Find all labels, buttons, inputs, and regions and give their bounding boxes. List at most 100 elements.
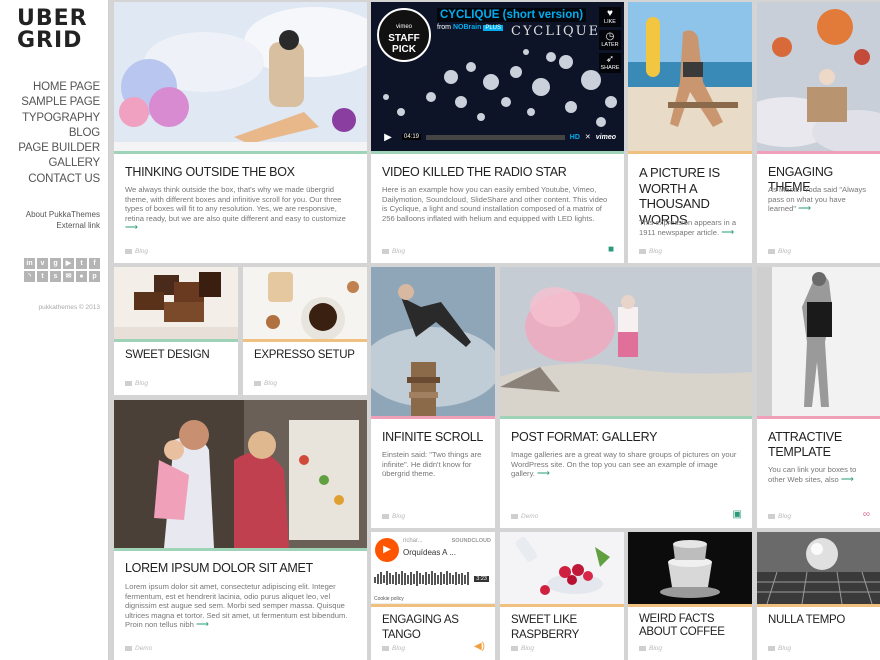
nav-typography[interactable]: TYPOGRAPHY <box>18 111 100 126</box>
skype-icon[interactable]: s <box>50 271 61 282</box>
card-category[interactable]: Blog <box>768 248 791 255</box>
accent-bar <box>114 548 367 551</box>
cookie-policy-link[interactable]: Cookie policy <box>374 596 404 602</box>
facebook-icon[interactable]: f <box>89 258 100 269</box>
card-category[interactable]: Demo <box>511 513 538 520</box>
nav-contact-us[interactable]: CONTACT US <box>18 172 100 187</box>
share-button[interactable]: ➶ SHARE <box>599 53 621 73</box>
card-picture[interactable]: A PICTURE IS WORTH A THOUSAND WORDS This… <box>628 2 752 263</box>
twitter-icon[interactable]: t <box>76 258 87 269</box>
read-more-arrow[interactable]: ⟶ <box>125 222 138 233</box>
card-infinite-scroll[interactable]: INFINITE SCROLL Einstein said: "Two thin… <box>371 267 495 528</box>
vimeo-icon[interactable]: v <box>37 258 48 269</box>
read-more-arrow[interactable]: ⟶ <box>537 468 550 478</box>
card-thinking-outside[interactable]: THINKING OUTSIDE THE BOX We always think… <box>114 2 367 263</box>
card-video-killed[interactable]: vimeo STAFF PICK CYCLIQUE (short version)… <box>371 2 624 263</box>
play-icon[interactable]: ▶ <box>375 538 399 562</box>
rss-icon[interactable]: ◝ <box>24 271 35 282</box>
card-sweet-design[interactable]: SWEET DESIGN Blog <box>114 267 238 395</box>
card-expresso[interactable]: EXPRESSO SETUP Blog <box>243 267 367 395</box>
card-category[interactable]: Blog <box>639 645 662 652</box>
card-title[interactable]: ATTRACTIVE TEMPLATE <box>768 430 872 460</box>
googleplus-icon[interactable]: g <box>50 258 61 269</box>
nav-home-page[interactable]: HOME PAGE <box>18 80 100 95</box>
play-icon[interactable]: ▶ <box>379 132 397 143</box>
email-icon[interactable]: ✉ <box>63 271 74 282</box>
soundcloud-track[interactable]: Orquídeas A ... <box>403 548 456 557</box>
card-title[interactable]: SWEET LIKE RASPBERRY <box>511 613 616 643</box>
card-category[interactable]: Blog <box>125 248 148 255</box>
card-title[interactable]: ENGAGING AS TANGO <box>382 613 487 643</box>
card-category[interactable]: Blog <box>639 248 662 255</box>
card-lorem[interactable]: LOREM IPSUM DOLOR SIT AMET Lorem ipsum d… <box>114 400 367 660</box>
card-title[interactable]: NULLA TEMPO <box>768 613 872 628</box>
nav-gallery[interactable]: GALLERY <box>18 156 101 171</box>
read-more-arrow[interactable]: ⟶ <box>196 619 209 630</box>
tumblr-icon[interactable]: t <box>37 271 48 282</box>
folder-icon <box>125 645 132 651</box>
flickr-icon[interactable]: ● <box>76 271 87 282</box>
nav-sample-page[interactable]: SAMPLE PAGE <box>18 95 100 110</box>
card-raspberry[interactable]: SWEET LIKE RASPBERRY Blog <box>500 532 624 660</box>
read-more-arrow[interactable]: ⟶ <box>721 227 734 237</box>
card-category[interactable]: Blog <box>254 380 277 387</box>
card-title[interactable]: EXPRESSO SETUP <box>254 348 359 363</box>
site-logo[interactable]: UBER GRID <box>17 8 88 52</box>
card-title[interactable]: VIDEO KILLED THE RADIO STAR <box>382 165 616 180</box>
fullscreen-icon[interactable]: ✕ <box>585 133 591 141</box>
card-category[interactable]: Blog <box>382 645 405 652</box>
vimeo-player[interactable]: vimeo STAFF PICK CYCLIQUE (short version)… <box>371 2 624 151</box>
card-weird-facts[interactable]: WEIRD FACTS ABOUT COFFEE Blog <box>628 532 752 660</box>
copyright: pukkathemes © 2013 <box>38 304 100 311</box>
read-more-arrow[interactable]: ⟶ <box>798 203 811 213</box>
soundcloud-logo[interactable]: SOUNDCLOUD <box>452 538 491 544</box>
accent-bar <box>757 604 880 607</box>
watch-later-button[interactable]: ◷ LATER <box>599 30 621 50</box>
video-author[interactable]: NOBrain <box>453 24 481 31</box>
hd-button[interactable]: HD <box>570 134 580 141</box>
card-title[interactable]: WEIRD FACTS ABOUT COFFEE <box>639 613 744 639</box>
video-time: 04:19 <box>402 134 422 140</box>
progress-track[interactable] <box>426 134 565 140</box>
pinterest-icon[interactable]: p <box>89 271 100 282</box>
accent-bar <box>757 151 880 154</box>
folder-icon <box>639 248 646 254</box>
card-category[interactable]: Blog <box>382 513 405 520</box>
card-category[interactable]: Blog <box>125 380 148 387</box>
card-category[interactable]: Blog <box>382 248 405 255</box>
soundcloud-player[interactable]: ▶ richar... SOUNDCLOUD Orquídeas A ... 3… <box>371 532 495 604</box>
card-category[interactable]: Blog <box>511 645 534 652</box>
accent-bar <box>114 339 238 342</box>
soundcloud-user[interactable]: richar... <box>403 538 423 544</box>
vimeo-logo[interactable]: vimeo <box>596 134 616 141</box>
nav-page-builder[interactable]: PAGE BUILDER <box>18 141 100 156</box>
card-title[interactable]: LOREM IPSUM DOLOR SIT AMET <box>125 561 359 576</box>
card-attractive[interactable]: ATTRACTIVE TEMPLATE You can link your bo… <box>757 267 880 528</box>
external-link[interactable]: External link <box>26 220 100 231</box>
gallery-icon: ▣ <box>732 509 742 520</box>
card-title[interactable]: SWEET DESIGN <box>125 348 230 363</box>
sidebar: UBER GRID HOME PAGE SAMPLE PAGE TYPOGRAP… <box>0 0 109 660</box>
card-image <box>371 267 495 416</box>
card-title[interactable]: INFINITE SCROLL <box>382 430 487 445</box>
video-title[interactable]: CYCLIQUE (short version) <box>437 8 587 22</box>
accent-bar <box>371 416 495 419</box>
card-title[interactable]: POST FORMAT: GALLERY <box>511 430 744 445</box>
card-gallery[interactable]: POST FORMAT: GALLERY Image galleries are… <box>500 267 752 528</box>
read-more-arrow[interactable]: ⟶ <box>841 474 854 484</box>
like-button[interactable]: ♥ LIKE <box>599 7 621 27</box>
card-category[interactable]: Demo <box>125 645 152 652</box>
card-title[interactable]: THINKING OUTSIDE THE BOX <box>125 165 359 180</box>
about-link[interactable]: About PukkaThemes <box>26 209 100 220</box>
card-nulla[interactable]: NULLA TEMPO Blog <box>757 532 880 660</box>
linkedin-icon[interactable]: in <box>24 258 35 269</box>
card-tango[interactable]: ▶ richar... SOUNDCLOUD Orquídeas A ... 3… <box>371 532 495 660</box>
card-category[interactable]: Blog <box>768 645 791 652</box>
youtube-icon[interactable]: ▶ <box>63 258 74 269</box>
nav-blog[interactable]: BLOG <box>18 126 100 141</box>
folder-icon <box>768 645 775 651</box>
card-category[interactable]: Blog <box>768 513 791 520</box>
meta-links: About PukkaThemes External link <box>26 209 100 231</box>
video-controls: ▶ 04:19 HD ✕ vimeo <box>379 130 616 144</box>
card-engaging-theme[interactable]: ENGAGING THEME As Master Yoda said "Alwa… <box>757 2 880 263</box>
